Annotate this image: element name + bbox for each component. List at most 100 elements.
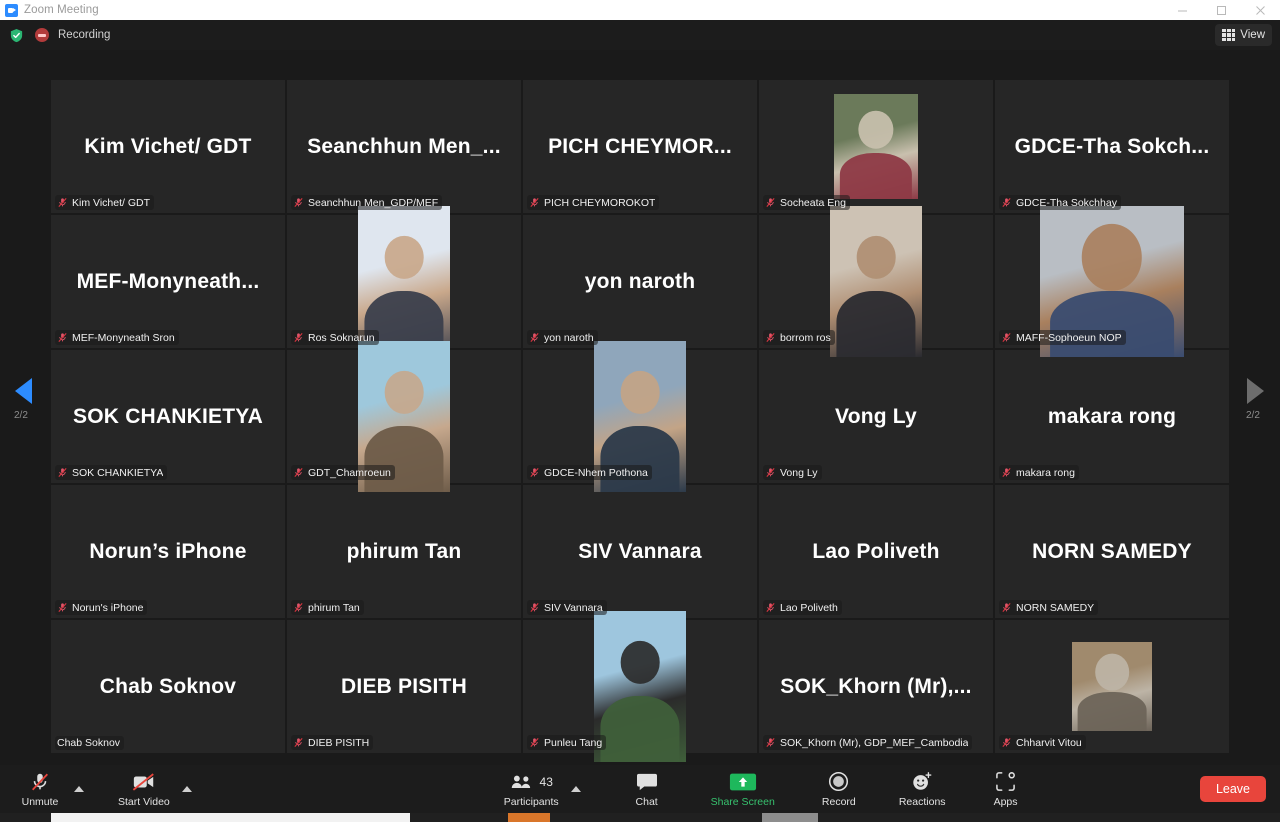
participant-name-label: GDT_Chamroeun [308,466,391,479]
mic-muted-icon [294,333,303,342]
participant-tile[interactable]: Punleu Tang [523,611,757,762]
maximize-button[interactable] [1202,0,1241,20]
chevron-right-page-icon [1247,378,1264,404]
participant-name-label: Seanchhun Men_GDP/MEF [308,196,439,209]
mic-muted-icon [1002,198,1011,207]
taskbar-segment-active[interactable] [508,813,550,822]
audio-control-group: Unmute [12,766,90,812]
participant-display-name: Seanchhun Men_... [307,134,501,158]
participant-tile[interactable]: Chharvit Vitou [995,620,1229,753]
participant-name-label: Chharvit Vitou [1016,736,1082,749]
participant-tile[interactable]: SOK CHANKIETYA SOK CHANKIETYA [51,350,285,483]
participant-display-name: SIV Vannara [578,539,702,563]
participant-tile[interactable]: Ros Soknarun [287,206,521,357]
participant-name-badge: SOK_Khorn (Mr), GDP_MEF_Cambodia [763,735,973,750]
participant-name-badge: Chharvit Vitou [999,735,1086,750]
participant-tile[interactable]: MAFF-Sophoeun NOP [995,206,1229,357]
participant-tile[interactable]: PICH CHEYMOR... PICH CHEYMOROKOT [523,80,757,213]
participant-tile[interactable]: Chab Soknov Chab Soknov [51,620,285,753]
chat-label: Chat [635,795,658,808]
chevron-up-icon [74,786,84,792]
participant-tile[interactable]: yon naroth yon naroth [523,215,757,348]
participant-tile[interactable]: Vong Ly Vong Ly [759,350,993,483]
page-indicator-left: 2/2 [14,410,28,421]
view-button[interactable]: View [1215,24,1272,46]
close-button[interactable] [1241,0,1280,20]
participant-tile[interactable]: phirum Tan phirum Tan [287,485,521,618]
mic-muted-icon [766,738,775,747]
reactions-button[interactable]: Reactions [893,766,952,812]
participant-name-badge: Punleu Tang [527,735,607,750]
share-screen-icon [729,771,757,793]
participant-name-label: Lao Poliveth [780,601,838,614]
participant-tile[interactable]: Kim Vichet/ GDT Kim Vichet/ GDT [51,80,285,213]
participant-tile[interactable]: Socheata Eng [759,80,993,213]
green-shield-icon[interactable] [9,28,24,43]
participant-name-badge: PICH CHEYMOROKOT [527,195,660,210]
zoom-meeting-window: Zoom Meeting Recording View 2/2 2/2 Kim … [0,0,1280,822]
participant-name-label: SOK CHANKIETYA [72,466,164,479]
participant-video-feed [594,611,686,762]
participant-video-feed [834,94,918,199]
participant-name-label: yon naroth [544,331,594,344]
taskbar-segment-window[interactable] [51,813,410,822]
unmute-label: Unmute [21,795,59,808]
mic-muted-icon [58,333,67,342]
participants-options-button[interactable] [565,766,587,812]
unmute-button[interactable]: Unmute [12,766,68,812]
participant-display-name: SOK CHANKIETYA [73,404,263,428]
participant-tile[interactable]: GDCE-Tha Sokch... GDCE-Tha Sokchhay [995,80,1229,213]
participant-name-label: MAFF-Sophoeun NOP [1016,331,1122,344]
minimize-button[interactable] [1163,0,1202,20]
mic-muted-icon [530,603,539,612]
share-screen-button[interactable]: Share Screen [705,766,781,812]
participants-icon [511,775,530,788]
participant-tile[interactable]: Seanchhun Men_... Seanchhun Men_GDP/MEF [287,80,521,213]
chat-bubble-icon [636,771,658,793]
leave-button[interactable]: Leave [1199,776,1266,802]
chat-button[interactable]: Chat [619,766,675,812]
participant-tile[interactable]: MEF-Monyneath... MEF-Monyneath Sron [51,215,285,348]
camera-off-icon [132,771,156,793]
mic-muted-icon [530,333,539,342]
start-video-button[interactable]: Start Video [112,766,176,812]
video-control-group: Start Video [112,766,198,812]
participant-name-badge: SIV Vannara [527,600,607,615]
mic-muted-icon [530,468,539,477]
participant-name-badge: GDT_Chamroeun [291,465,395,480]
participant-tile[interactable]: borrom ros [759,206,993,357]
participant-tile[interactable]: GDCE-Nhem Pothona [523,341,757,492]
mic-muted-icon [766,198,775,207]
record-circle-icon [828,771,849,793]
participant-name-label: makara rong [1016,466,1075,479]
audio-options-button[interactable] [68,766,90,812]
participant-name-badge: Norun's iPhone [55,600,148,615]
mic-muted-icon [58,603,67,612]
recording-status[interactable]: Recording [35,28,110,42]
participant-name-badge: GDCE-Nhem Pothona [527,465,652,480]
gallery-stage: 2/2 2/2 Kim Vichet/ GDT Kim Vichet/ GDT Se… [0,50,1280,765]
participant-name-badge: MEF-Monyneath Sron [55,330,179,345]
mic-muted-icon [58,468,67,477]
video-options-button[interactable] [176,766,198,812]
participant-display-name: MEF-Monyneath... [76,269,260,293]
participant-name-badge: Lao Poliveth [763,600,842,615]
start-video-label: Start Video [118,795,170,808]
participant-tile[interactable]: NORN SAMEDY NORN SAMEDY [995,485,1229,618]
participant-tile[interactable]: SOK_Khorn (Mr),... SOK_Khorn (Mr), GDP_ME… [759,620,993,753]
participant-name-badge: NORN SAMEDY [999,600,1099,615]
participant-tile[interactable]: makara rong makara rong [995,350,1229,483]
chevron-left-page-icon [15,378,32,404]
participant-name-label: PICH CHEYMOROKOT [544,196,656,209]
record-button[interactable]: Record [811,766,867,812]
apps-button[interactable]: Apps [978,766,1034,812]
participant-tile[interactable]: SIV Vannara SIV Vannara [523,485,757,618]
participants-button[interactable]: 43 Participants [498,766,565,812]
participant-tile[interactable]: Lao Poliveth Lao Poliveth [759,485,993,618]
participant-tile[interactable]: GDT_Chamroeun [287,341,521,492]
participant-name-label: Chab Soknov [57,737,121,749]
participant-tile[interactable]: Norun’s iPhone Norun's iPhone [51,485,285,618]
participant-tile[interactable]: DIEB PISITH DIEB PISITH [287,620,521,753]
participant-name-badge: Kim Vichet/ GDT [55,195,154,210]
taskbar-segment-tray[interactable] [762,813,818,822]
